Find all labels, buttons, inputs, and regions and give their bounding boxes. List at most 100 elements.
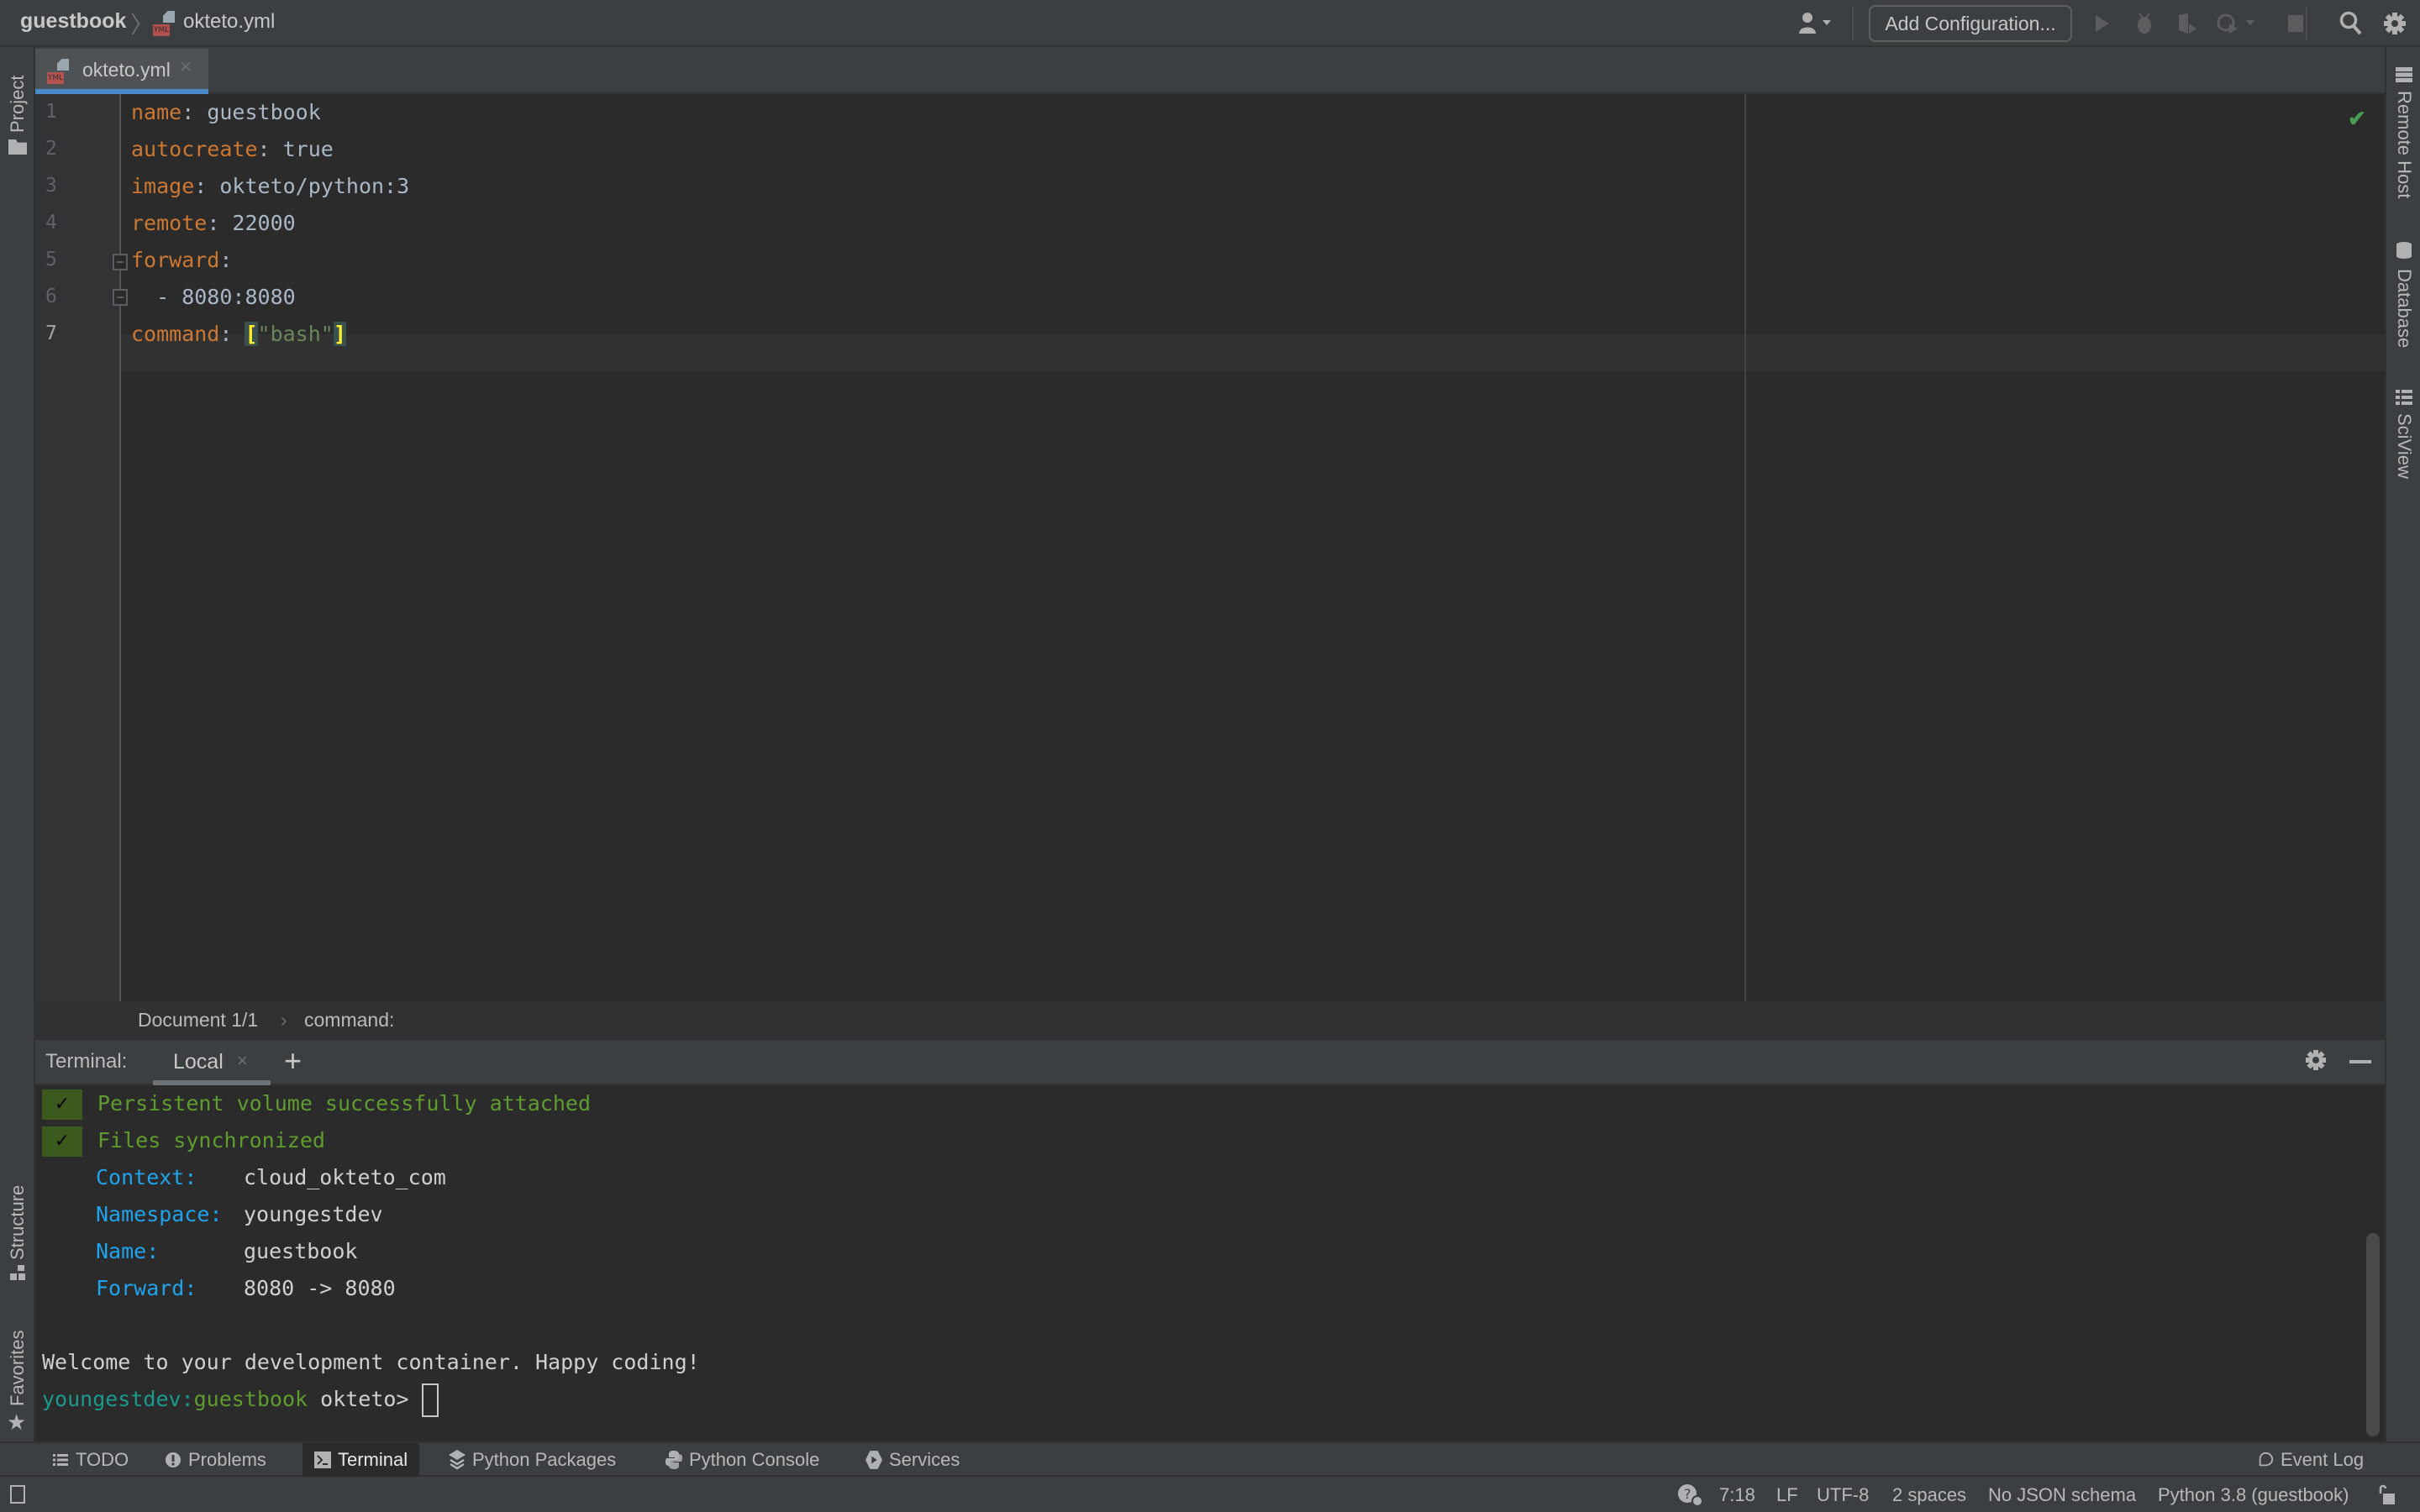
terminal-settings-gear-icon[interactable] <box>2304 1048 2328 1076</box>
terminal-success-line: ✓ Persistent volume successfully attached <box>42 1085 591 1122</box>
tool-window-label: Services <box>889 1449 960 1470</box>
status-bar: ? 7:18 LF UTF-8 2 spaces No JSON schema … <box>0 1477 2420 1512</box>
run-icon[interactable] <box>2091 10 2114 37</box>
indent-setting[interactable]: 2 spaces <box>1892 1484 1966 1506</box>
warning-icon <box>165 1452 182 1468</box>
matched-bracket: [ <box>245 322 258 346</box>
matched-bracket: ] <box>333 322 346 346</box>
breadcrumb-project[interactable]: guestbook <box>20 9 126 34</box>
code-line: name: guestbook <box>131 100 321 124</box>
breadcrumb-node[interactable]: command: <box>304 1009 394 1032</box>
code-line-current: command: ["bash"] <box>131 322 346 346</box>
coverage-icon[interactable] <box>2175 10 2200 37</box>
line-number: 4 <box>45 212 57 234</box>
grid-icon <box>2396 390 2412 409</box>
remote-host-tool-label: Remote Host <box>2394 91 2415 199</box>
folder-icon <box>8 139 27 155</box>
terminal-scrollbar[interactable] <box>2366 1233 2380 1436</box>
tool-window-problems[interactable]: Problems <box>156 1443 275 1477</box>
close-tab-icon[interactable]: × <box>180 55 192 79</box>
json-schema-selector[interactable]: No JSON schema <box>1988 1484 2136 1506</box>
breadcrumb-file[interactable]: okteto.yml <box>183 10 275 34</box>
profile-icon[interactable] <box>2215 10 2259 37</box>
toolbar-separator <box>2306 7 2307 40</box>
terminal-title: Terminal: <box>45 1050 128 1073</box>
terminal-tab-label: Local <box>173 1050 224 1074</box>
tool-window-todo[interactable]: TODO <box>44 1443 137 1477</box>
line-number: 3 <box>45 175 57 197</box>
tool-window-label: Terminal <box>338 1449 408 1470</box>
line-number: 5 <box>45 249 57 270</box>
settings-gear-icon[interactable] <box>2381 10 2408 37</box>
hide-panel-minimize-icon[interactable] <box>2349 1060 2371 1063</box>
tab-label: okteto.yml <box>82 59 171 81</box>
close-terminal-tab-icon[interactable]: × <box>237 1050 248 1072</box>
breadcrumb-document[interactable]: Document 1/1 <box>138 1009 258 1032</box>
terminal-info-line: Namespace: youngestdev <box>96 1202 383 1226</box>
new-terminal-tab-button[interactable]: + <box>284 1043 302 1079</box>
toggle-tool-windows-icon[interactable] <box>10 1485 25 1504</box>
terminal-info-line: Forward: 8080 -> 8080 <box>96 1276 396 1300</box>
database-tool-button[interactable]: Database <box>2386 239 2420 390</box>
terminal-tab-local[interactable]: Local × <box>153 1040 271 1085</box>
terminal-success-line: ✓ Files synchronized <box>42 1122 325 1159</box>
breadcrumb-separator: › <box>281 1009 287 1031</box>
problems-settings-icon[interactable]: ? <box>1677 1483 1704 1511</box>
tool-window-terminal[interactable]: Terminal <box>302 1443 420 1477</box>
file-encoding[interactable]: UTF-8 <box>1817 1484 1869 1506</box>
current-line-highlight <box>121 334 2385 371</box>
project-tool-button[interactable]: Project <box>0 55 34 165</box>
check-icon: ✓ <box>42 1089 82 1120</box>
line-number: 1 <box>45 101 57 123</box>
yaml-file-icon: YML <box>47 59 72 84</box>
fold-end-icon[interactable] <box>113 289 128 306</box>
terminal-cursor <box>421 1383 439 1417</box>
check-icon: ✓ <box>42 1126 82 1157</box>
add-configuration-button[interactable]: Add Configuration... <box>1869 5 2072 42</box>
inspection-ok-checkmark-icon[interactable]: ✔ <box>2348 106 2366 132</box>
line-separator[interactable]: LF <box>1776 1484 1798 1506</box>
remote-host-tool-button[interactable]: Remote Host <box>2386 64 2420 232</box>
editor-tab-bar: YML okteto.yml × <box>35 47 2385 94</box>
terminal-output[interactable]: ✓ Persistent volume successfully attached… <box>35 1085 2385 1441</box>
favorites-tool-button[interactable]: Favorites ★ <box>0 1307 34 1435</box>
services-icon <box>865 1451 882 1469</box>
sciview-tool-label: SciView <box>2394 413 2415 479</box>
code-editor[interactable]: 1 2 3 4 5 6 7 name: guestbook autocreate… <box>35 94 2385 1001</box>
terminal-welcome-line: Welcome to your development container. H… <box>42 1350 700 1374</box>
tool-window-python-packages[interactable]: Python Packages <box>440 1443 624 1477</box>
python-icon <box>666 1451 682 1469</box>
tool-window-label: Python Packages <box>472 1449 617 1470</box>
layers-icon <box>449 1450 466 1470</box>
right-tool-strip: Remote Host Database SciView <box>2385 47 2420 1441</box>
toolbar-separator <box>1852 7 1854 40</box>
event-log-button[interactable]: Event Log <box>2249 1443 2372 1477</box>
tool-window-services[interactable]: Services <box>857 1443 968 1477</box>
tool-window-label: TODO <box>76 1449 129 1470</box>
terminal-info-line: Context: cloud_okteto_com <box>96 1165 446 1189</box>
debug-icon[interactable] <box>2133 10 2156 37</box>
read-only-lock-icon[interactable] <box>2378 1483 2396 1509</box>
tool-window-python-console[interactable]: Python Console <box>657 1443 828 1477</box>
tool-window-label: Python Console <box>689 1449 820 1470</box>
code-line: remote: 22000 <box>131 211 296 235</box>
code-line: autocreate: true <box>131 137 334 161</box>
structure-breadcrumb-bar: Document 1/1 › command: <box>35 1001 2385 1040</box>
fold-collapse-icon[interactable] <box>113 254 128 270</box>
vcs-user-icon[interactable] <box>1795 10 1837 37</box>
structure-tool-button[interactable]: Structure <box>0 1164 34 1282</box>
python-interpreter[interactable]: Python 3.8 (guestbook) <box>2158 1484 2349 1506</box>
code-line: - 8080:8080 <box>131 285 296 309</box>
stop-icon[interactable] <box>2286 10 2306 37</box>
star-icon: ★ <box>7 1410 27 1435</box>
navigation-bar: guestbook 〉 YML okteto.yml Add Configura… <box>0 0 2420 47</box>
database-tool-label: Database <box>2394 269 2415 349</box>
sciview-tool-button[interactable]: SciView <box>2386 386 2420 512</box>
search-icon[interactable] <box>2338 10 2365 37</box>
caret-position[interactable]: 7:18 <box>1719 1484 1755 1506</box>
editor-tab-okteto-yml[interactable]: YML okteto.yml × <box>35 49 208 94</box>
line-number: 2 <box>45 138 57 160</box>
terminal-info-line: Name: guestbook <box>96 1239 358 1263</box>
right-margin-guide <box>1744 94 1746 1001</box>
terminal-prompt[interactable]: youngestdev:guestbook okteto> <box>42 1381 439 1418</box>
